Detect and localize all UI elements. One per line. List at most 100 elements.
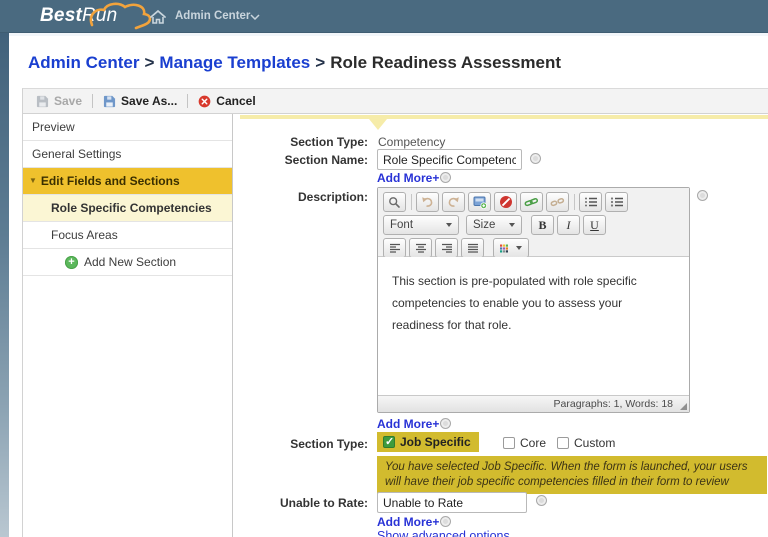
undo-icon[interactable] [416,192,439,212]
help-icon[interactable] [530,153,541,164]
sidebar-item-label: General Settings [32,147,121,161]
breadcrumb-current-page: Role Readiness Assessment [330,53,561,72]
add-new-section-button[interactable]: + Add New Section [23,249,232,276]
sidebar-item-label: Edit Fields and Sections [41,174,180,188]
cancel-button[interactable]: Cancel [198,94,255,108]
form-toolbar: Save Save As... Cancel [22,88,768,114]
font-size-dropdown[interactable]: Size [466,215,522,235]
description-rich-text-editor: Font Size B I U [377,187,690,413]
add-plus-icon: + [65,256,78,269]
admin-center-page: BestRun Admin Center Admin Center>Manage… [0,0,768,537]
help-icon[interactable] [440,516,451,527]
bestrun-logo[interactable]: BestRun [40,5,117,27]
sidebar-item-preview[interactable]: Preview [23,114,232,141]
toolbar-group-separator [574,194,575,210]
section-name-label: Section Name: [233,153,368,167]
description-text-area[interactable]: This section is pre-populated with role … [378,257,689,395]
save-as-button[interactable]: Save As... [103,94,177,108]
checkbox-unchecked-icon[interactable] [503,437,515,449]
help-icon[interactable] [440,172,451,183]
editor-status-bar: Paragraphs: 1, Words: 18 [378,395,689,412]
brand-text-bold: Best [40,5,82,26]
section-type-label: Section Type: [233,135,368,149]
left-edge-gradient [0,33,9,537]
caret-down-icon [516,246,522,250]
editor-toolbar: Font Size B I U [378,188,689,257]
checkbox-core[interactable]: Core [503,436,546,450]
unable-to-rate-input[interactable] [377,492,527,513]
font-family-label: Font [390,219,413,231]
checkbox-checked-icon[interactable] [383,436,395,448]
sidebar-item-label: Role Specific Competencies [51,201,212,215]
italic-button[interactable]: I [557,215,580,235]
section-highlight-pointer [369,119,387,130]
section-highlight-bar [240,115,768,119]
breadcrumb-separator: > [310,53,330,72]
job-specific-notice: You have selected Job Specific. When the… [377,456,767,494]
sidebar-item-role-specific-competencies[interactable]: Role Specific Competencies [23,195,232,222]
link-icon[interactable] [520,192,543,212]
checkbox-label: Job Specific [400,435,471,449]
numbered-list-icon[interactable] [579,192,602,212]
help-icon[interactable] [536,495,547,506]
unlink-icon[interactable] [546,192,569,212]
align-center-icon[interactable] [409,238,432,258]
show-advanced-options-link[interactable]: Show advanced options... [377,529,520,537]
add-more-link-unable-to-rate[interactable]: Add More+ [377,515,439,529]
breadcrumb-admin-center[interactable]: Admin Center [28,53,139,72]
add-more-link-section-name[interactable]: Add More+ [377,171,439,185]
section-type-value: Competency [378,135,445,149]
align-justify-icon[interactable] [461,238,484,258]
bold-button[interactable]: B [531,215,554,235]
help-icon[interactable] [697,190,708,201]
save-as-icon [103,95,116,108]
save-icon [36,95,49,108]
breadcrumb-manage-templates[interactable]: Manage Templates [159,53,310,72]
toolbar-separator [187,94,188,108]
section-name-input[interactable] [377,149,522,170]
caret-down-icon [509,223,515,227]
topbar-shadow [0,33,768,36]
caret-down-icon [446,223,452,227]
insert-image-icon[interactable] [468,192,491,212]
checkbox-label: Custom [574,436,615,450]
sidebar-item-label: Preview [32,120,75,134]
color-grid-icon [500,243,508,254]
breadcrumb-separator: > [139,53,159,72]
sidebar-item-general-settings[interactable]: General Settings [23,141,232,168]
brand-text-light: Run [82,5,117,26]
sidebar-item-label: Add New Section [84,255,176,269]
redo-icon[interactable] [442,192,465,212]
font-family-dropdown[interactable]: Font [383,215,459,235]
unable-to-rate-label: Unable to Rate: [233,496,368,510]
chevron-down-icon[interactable] [250,14,260,20]
checkbox-unchecked-icon[interactable] [557,437,569,449]
breadcrumb: Admin Center>Manage Templates>Role Readi… [28,53,561,73]
remove-format-icon[interactable] [494,192,517,212]
expand-arrow-icon: ▼ [29,177,37,185]
section-type-select-label: Section Type: [233,437,368,451]
bulleted-list-icon[interactable] [605,192,628,212]
sidebar-item-label: Focus Areas [51,228,118,242]
editor-word-count: Paragraphs: 1, Words: 18 [554,398,673,410]
checkbox-custom[interactable]: Custom [557,436,615,450]
preview-icon[interactable] [383,192,406,212]
topbar: BestRun Admin Center [0,0,768,33]
description-label: Description: [233,190,368,204]
text-color-dropdown[interactable] [493,238,529,258]
help-icon[interactable] [440,418,451,429]
save-button[interactable]: Save [36,94,82,108]
add-more-link-description[interactable]: Add More+ [377,417,439,431]
sidebar-item-edit-fields-and-sections[interactable]: ▼ Edit Fields and Sections [23,168,232,195]
sidebar-item-focus-areas[interactable]: Focus Areas [23,222,232,249]
resize-handle[interactable] [680,403,687,410]
save-label: Save [54,94,82,108]
home-icon[interactable] [149,9,167,25]
align-right-icon[interactable] [435,238,458,258]
underline-button[interactable]: U [583,215,606,235]
font-size-label: Size [473,219,495,231]
align-left-icon[interactable] [383,238,406,258]
toolbar-separator [92,94,93,108]
checkbox-job-specific[interactable]: Job Specific [377,432,479,452]
admin-center-menu[interactable]: Admin Center [175,10,250,22]
